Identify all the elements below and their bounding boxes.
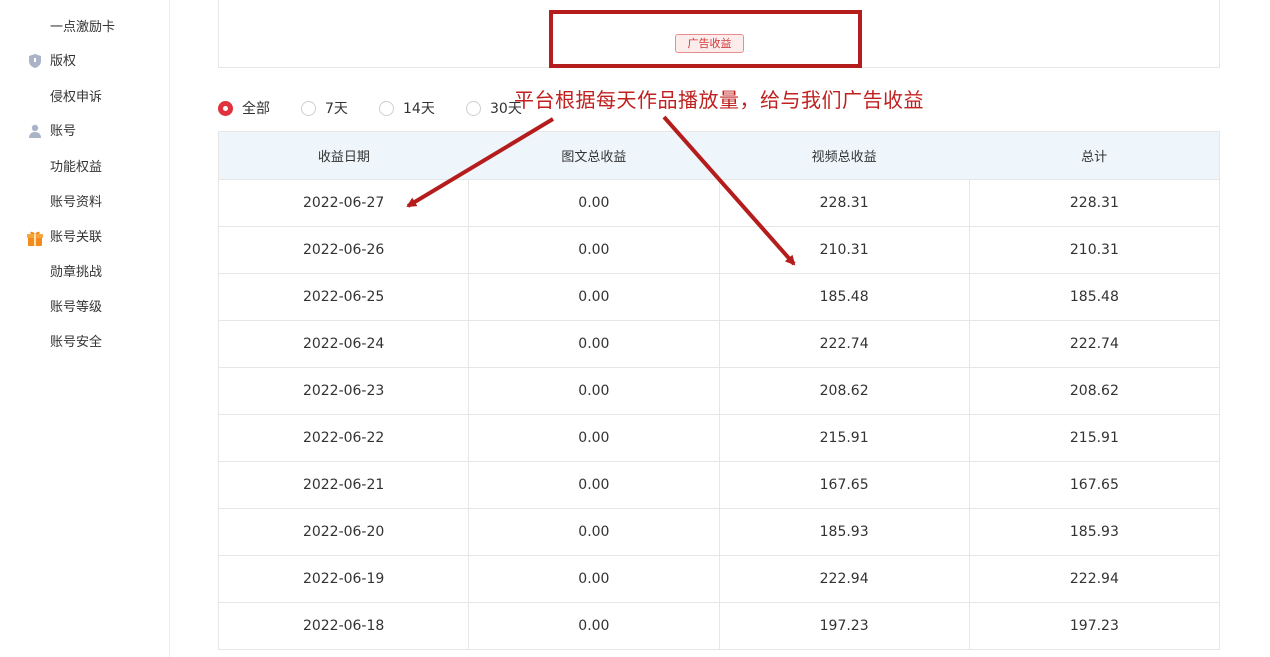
cell-date: 2022-06-20 [217, 508, 470, 556]
column-header-video-revenue: 视频总收益 [719, 131, 970, 180]
table-row: 2022-06-25 0.00 185.48 185.48 [217, 273, 1221, 321]
radio-7-days[interactable]: 7天 [301, 98, 348, 118]
table-row: 2022-06-19 0.00 222.94 222.94 [217, 555, 1221, 603]
cell-video-revenue: 210.31 [718, 226, 970, 274]
cell-date: 2022-06-26 [217, 226, 470, 274]
cell-video-revenue: 228.31 [718, 179, 970, 227]
cell-date: 2022-06-22 [217, 414, 470, 462]
cell-video-revenue: 222.74 [718, 320, 970, 368]
cell-article-revenue: 0.00 [468, 273, 720, 321]
table-row: 2022-06-22 0.00 215.91 215.91 [217, 414, 1221, 462]
revenue-table: 收益日期 图文总收益 视频总收益 总计 2022-06-27 0.00 228.31… [217, 131, 1221, 650]
table-row: 2022-06-20 0.00 185.93 185.93 [217, 508, 1221, 556]
table-row: 2022-06-27 0.00 228.31 228.31 [217, 179, 1221, 227]
page: 一点激励卡 版权 侵权申诉 账号 功能权益 账号资料 账号关联 勋章挑战 账号等… [0, 0, 1270, 657]
radio-14-days[interactable]: 14天 [379, 98, 435, 118]
cell-article-revenue: 0.00 [468, 555, 720, 603]
table-row: 2022-06-18 0.00 197.23 197.23 [217, 602, 1221, 650]
column-header-total: 总计 [969, 131, 1221, 180]
table-row: 2022-06-21 0.00 167.65 167.65 [217, 461, 1221, 509]
radio-label: 14天 [403, 101, 435, 117]
cell-total: 222.94 [968, 555, 1221, 603]
cell-date: 2022-06-25 [217, 273, 470, 321]
cell-date: 2022-06-18 [217, 602, 470, 650]
cell-total: 210.31 [968, 226, 1221, 274]
gift-icon [27, 231, 43, 246]
revenue-table-container: 收益日期 图文总收益 视频总收益 总计 2022-06-27 0.00 228.31… [217, 131, 1221, 650]
cell-video-revenue: 197.23 [718, 602, 970, 650]
cell-video-revenue: 167.65 [718, 461, 970, 509]
radio-label: 全部 [242, 101, 270, 117]
cell-article-revenue: 0.00 [468, 320, 720, 368]
cell-video-revenue: 222.94 [718, 555, 970, 603]
sidebar-item-account-level[interactable]: 账号等级 [50, 300, 102, 316]
sidebar-item-features[interactable]: 功能权益 [50, 160, 102, 176]
column-header-date: 收益日期 [217, 131, 469, 180]
sidebar: 一点激励卡 版权 侵权申诉 账号 功能权益 账号资料 账号关联 勋章挑战 账号等… [0, 0, 170, 657]
column-header-article-revenue: 图文总收益 [468, 131, 719, 180]
annotation-text: 平台根据每天作品播放量，给与我们广告收益 [514, 88, 924, 112]
cell-article-revenue: 0.00 [468, 367, 720, 415]
table-body: 2022-06-27 0.00 228.31 228.31 2022-06-26 0.00… [217, 179, 1221, 650]
radio-dot [379, 100, 394, 116]
cell-date: 2022-06-21 [217, 461, 470, 509]
cell-article-revenue: 0.00 [468, 508, 720, 556]
sidebar-item-infringement-appeal[interactable]: 侵权申诉 [50, 90, 102, 106]
radio-dot [218, 100, 233, 116]
radio-all[interactable]: 全部 [218, 98, 270, 118]
user-icon [29, 124, 41, 138]
sidebar-item-incentive-card[interactable]: 一点激励卡 [50, 20, 115, 36]
sidebar-item-account-security[interactable]: 账号安全 [50, 335, 102, 351]
cell-article-revenue: 0.00 [468, 414, 720, 462]
annotation-highlight-box [549, 10, 862, 68]
cell-total: 185.48 [968, 273, 1221, 321]
cell-total: 228.31 [968, 179, 1221, 227]
cell-total: 167.65 [968, 461, 1221, 509]
cell-date: 2022-06-24 [217, 320, 470, 368]
sidebar-item-account-link[interactable]: 账号关联 [50, 230, 102, 246]
sidebar-item-account[interactable]: 账号 [50, 124, 76, 140]
cell-date: 2022-06-27 [217, 179, 470, 227]
cell-date: 2022-06-19 [217, 555, 470, 603]
sidebar-item-copyright[interactable]: 版权 [50, 54, 76, 70]
cell-video-revenue: 215.91 [718, 414, 970, 462]
cell-video-revenue: 185.48 [718, 273, 970, 321]
cell-total: 222.74 [968, 320, 1221, 368]
cell-article-revenue: 0.00 [468, 226, 720, 274]
cell-video-revenue: 185.93 [718, 508, 970, 556]
cell-article-revenue: 0.00 [468, 602, 720, 650]
radio-dot [466, 100, 481, 116]
shield-icon [29, 54, 41, 68]
cell-article-revenue: 0.00 [468, 461, 720, 509]
table-row: 2022-06-26 0.00 210.31 210.31 [217, 226, 1221, 274]
table-header-row: 收益日期 图文总收益 视频总收益 总计 [217, 131, 1221, 180]
radio-dot [301, 100, 316, 116]
sidebar-item-account-profile[interactable]: 账号资料 [50, 195, 102, 211]
sidebar-item-badge-challenge[interactable]: 勋章挑战 [50, 265, 102, 281]
cell-article-revenue: 0.00 [468, 179, 720, 227]
cell-total: 185.93 [968, 508, 1221, 556]
table-row: 2022-06-23 0.00 208.62 208.62 [217, 367, 1221, 415]
cell-total: 215.91 [968, 414, 1221, 462]
cell-date: 2022-06-23 [217, 367, 470, 415]
cell-video-revenue: 208.62 [718, 367, 970, 415]
cell-total: 208.62 [968, 367, 1221, 415]
radio-label: 7天 [325, 101, 348, 117]
cell-total: 197.23 [968, 602, 1221, 650]
table-row: 2022-06-24 0.00 222.74 222.74 [217, 320, 1221, 368]
